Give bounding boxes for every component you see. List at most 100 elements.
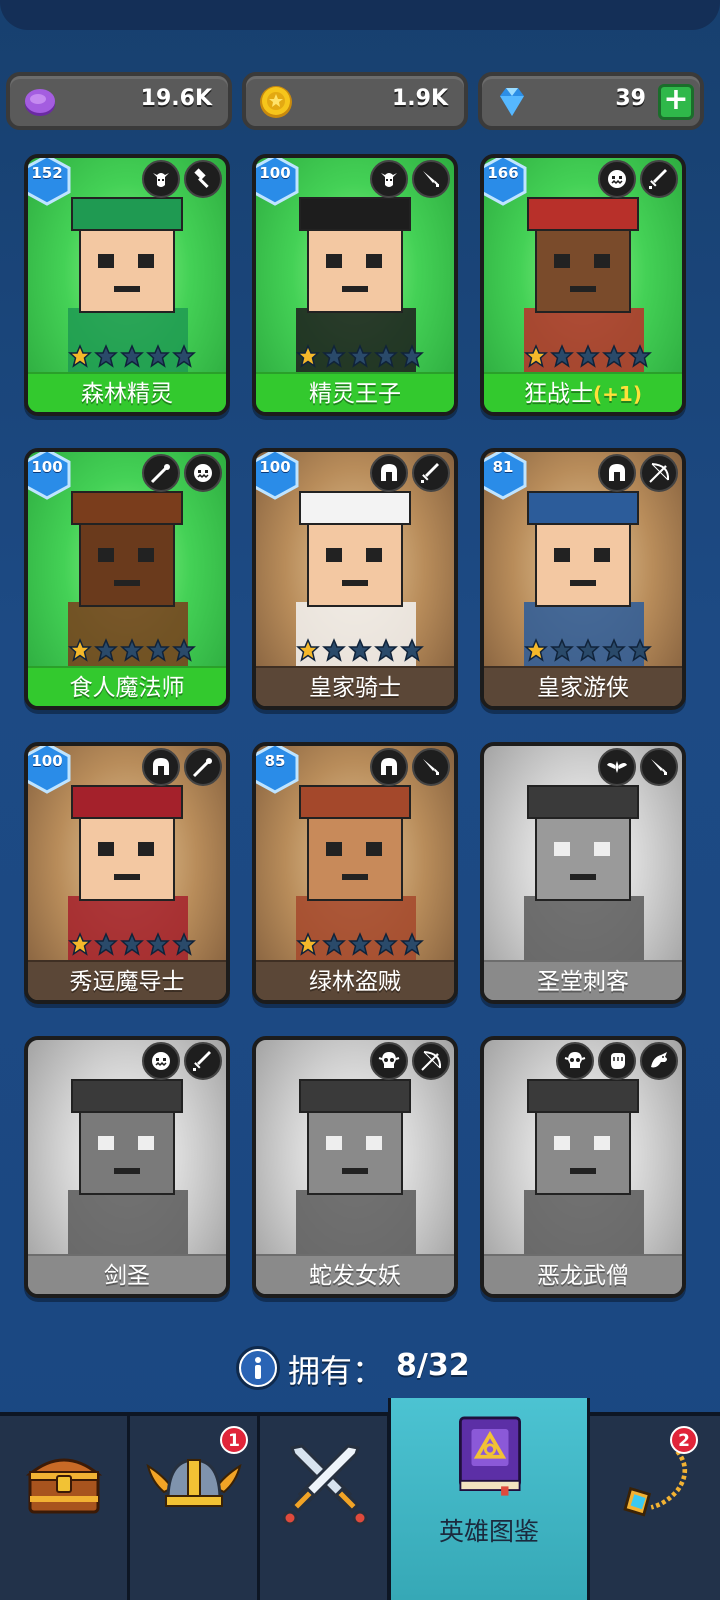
diamond-value: 39 — [615, 86, 646, 111]
sword-icon — [640, 160, 678, 198]
tab-battle[interactable] — [260, 1416, 390, 1600]
orc-face-icon — [184, 454, 222, 492]
hero-card[interactable]: 100 皇家骑士 — [252, 448, 458, 710]
hero-name: 圣堂刺客 — [484, 960, 682, 1000]
star-empty-icon — [94, 932, 118, 956]
star-empty-icon — [322, 638, 346, 662]
star-empty-icon — [400, 344, 424, 368]
hero-name-text: 狂战士 — [524, 381, 594, 407]
hero-card[interactable]: 100 秀逗魔导士 — [24, 742, 230, 1004]
orc-face-icon — [142, 1042, 180, 1080]
hero-card[interactable]: 圣堂刺客 — [480, 742, 686, 1004]
star-filled-icon — [296, 344, 320, 368]
hero-name-text: 圣堂刺客 — [537, 969, 629, 995]
wand-icon — [142, 454, 180, 492]
tab-heroes-upgrade[interactable]: 1 — [130, 1416, 260, 1600]
hero-card[interactable]: 100 食人魔法师 — [24, 448, 230, 710]
orc-face-icon — [598, 160, 636, 198]
helmet-icon — [370, 454, 408, 492]
star-empty-icon — [146, 932, 170, 956]
hero-card[interactable]: 152 森林精灵 — [24, 154, 230, 416]
notification-badge: 2 — [670, 1426, 698, 1454]
viking-helmet-icon — [146, 1458, 242, 1507]
hero-level: 152 — [31, 164, 63, 182]
sword-icon — [184, 1042, 222, 1080]
hero-bonus: (+1) — [593, 382, 642, 406]
gold-coin-value: 1.9K — [391, 86, 448, 111]
star-empty-icon — [374, 344, 398, 368]
blue-diamond-icon — [500, 88, 524, 116]
hero-level: 166 — [487, 164, 519, 182]
hero-name-text: 秀逗魔导士 — [69, 969, 185, 995]
star-empty-icon — [602, 638, 626, 662]
star-empty-icon — [550, 638, 574, 662]
hero-name-text: 蛇发女妖 — [309, 1263, 401, 1289]
add-diamond-button[interactable]: + — [658, 84, 694, 120]
star-empty-icon — [146, 638, 170, 662]
star-empty-icon — [172, 638, 196, 662]
gold-coin-counter[interactable]: 1.9K — [242, 72, 468, 130]
tab-equipment[interactable]: 2 — [590, 1416, 720, 1600]
star-empty-icon — [374, 932, 398, 956]
hero-card[interactable]: 166 狂战士(+1) — [480, 154, 686, 416]
helmet-icon — [142, 748, 180, 786]
star-filled-icon — [296, 932, 320, 956]
top-frame — [0, 0, 720, 30]
star-rating — [296, 344, 426, 368]
helmet-icon — [598, 454, 636, 492]
elf-face-icon — [370, 160, 408, 198]
hero-name: 皇家游侠 — [484, 666, 682, 706]
star-rating — [524, 638, 654, 662]
dagger-icon — [412, 160, 450, 198]
hero-card[interactable]: 剑圣 — [24, 1036, 230, 1298]
dragon-icon — [640, 1042, 678, 1080]
hero-level: 100 — [259, 458, 291, 476]
hero-name: 绿林盗贼 — [256, 960, 454, 1000]
hero-card[interactable]: 85 绿林盗贼 — [252, 742, 458, 1004]
star-empty-icon — [172, 344, 196, 368]
hero-level: 85 — [264, 752, 286, 770]
star-rating — [296, 638, 426, 662]
hero-name-text: 剑圣 — [104, 1263, 150, 1289]
star-rating — [68, 344, 198, 368]
star-empty-icon — [120, 638, 144, 662]
hero-card[interactable]: 100 精灵王子 — [252, 154, 458, 416]
notification-badge: 1 — [220, 1426, 248, 1454]
star-filled-icon — [524, 344, 548, 368]
hero-name-text: 绿林盗贼 — [309, 969, 401, 995]
fist-icon — [598, 1042, 636, 1080]
diamond-counter[interactable]: 39 + — [478, 72, 704, 130]
tab-shop[interactable] — [0, 1416, 130, 1600]
dagger-icon — [640, 748, 678, 786]
star-filled-icon — [68, 932, 92, 956]
info-icon[interactable] — [236, 1346, 280, 1390]
star-empty-icon — [94, 638, 118, 662]
star-empty-icon — [146, 344, 170, 368]
hero-book-icon — [459, 1416, 521, 1496]
hero-name-text: 食人魔法师 — [69, 675, 185, 701]
purple-gem-counter[interactable]: 19.6K — [6, 72, 232, 130]
hero-level: 100 — [259, 164, 291, 182]
helmet-icon — [370, 748, 408, 786]
star-empty-icon — [602, 344, 626, 368]
hero-name-text: 皇家骑士 — [309, 675, 401, 701]
skull-icon — [556, 1042, 594, 1080]
star-filled-icon — [68, 344, 92, 368]
hero-card[interactable]: 蛇发女妖 — [252, 1036, 458, 1298]
tab-hero-book[interactable]: 英雄图鉴 — [388, 1398, 590, 1600]
gold-coin-icon — [260, 86, 292, 118]
star-rating — [68, 638, 198, 662]
hammer-icon — [184, 160, 222, 198]
hero-card[interactable]: 恶龙武僧 — [480, 1036, 686, 1298]
star-filled-icon — [524, 638, 548, 662]
hero-card[interactable]: 81 皇家游侠 — [480, 448, 686, 710]
star-empty-icon — [576, 638, 600, 662]
star-empty-icon — [628, 638, 652, 662]
bow-icon — [412, 1042, 450, 1080]
star-empty-icon — [348, 638, 372, 662]
hero-level: 81 — [492, 458, 514, 476]
star-empty-icon — [172, 932, 196, 956]
hero-name: 秀逗魔导士 — [28, 960, 226, 1000]
crossed-swords-icon — [282, 1444, 368, 1526]
hero-name: 恶龙武僧 — [484, 1254, 682, 1294]
